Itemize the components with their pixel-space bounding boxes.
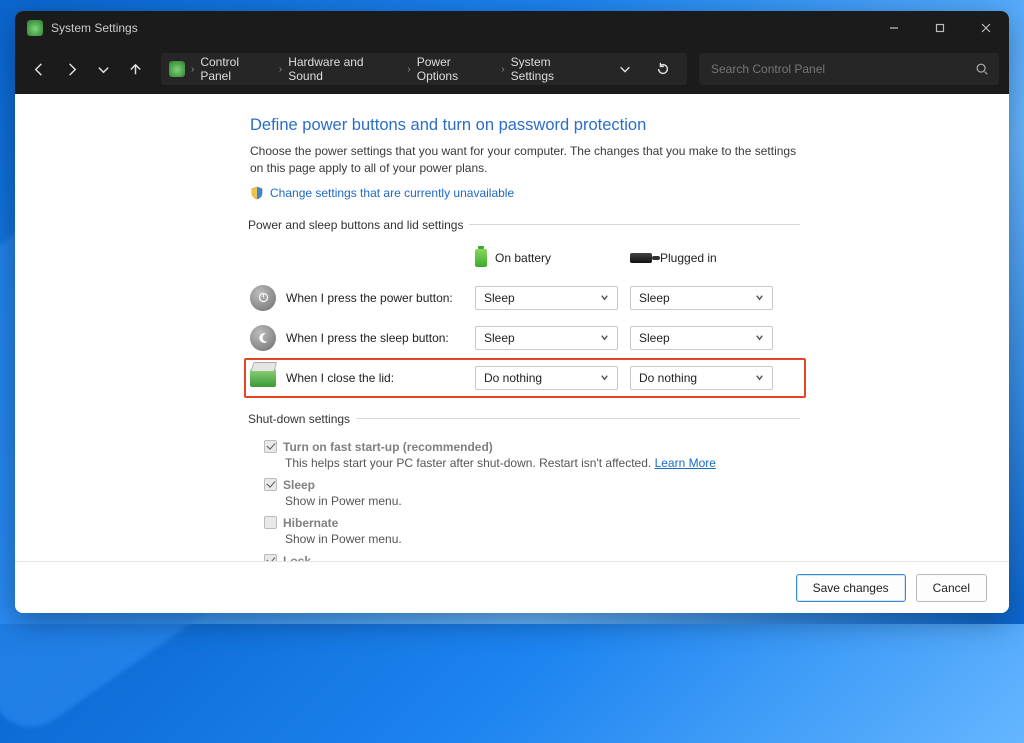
lid-icon: [250, 369, 276, 387]
cancel-button[interactable]: Cancel: [916, 574, 987, 602]
checkbox: [264, 478, 277, 491]
page-description: Choose the power settings that you want …: [250, 143, 800, 178]
row-label: When I close the lid:: [286, 371, 394, 385]
sleep-icon: [250, 325, 276, 351]
checkbox: [264, 440, 277, 453]
breadcrumb-item[interactable]: Power Options: [417, 55, 496, 83]
breadcrumb-icon: [169, 61, 185, 77]
chevron-down-icon: [755, 293, 764, 302]
sleep-button-row: When I press the sleep button: Sleep Sle…: [250, 318, 800, 358]
col-battery-label: On battery: [495, 251, 551, 265]
power-battery-select[interactable]: Sleep: [475, 286, 618, 310]
lid-plugged-select[interactable]: Do nothing: [630, 366, 773, 390]
lid-close-row: When I close the lid: Do nothing Do noth…: [244, 358, 806, 398]
breadcrumb-history-button[interactable]: [609, 53, 641, 85]
chevron-right-icon: ›: [407, 64, 410, 75]
search-icon: [975, 62, 989, 76]
nav-toolbar: › Control Panel › Hardware and Sound › P…: [15, 44, 1009, 94]
search-box[interactable]: [699, 53, 999, 85]
power-button-row: When I press the power button: Sleep Sle…: [250, 278, 800, 318]
recent-dropdown[interactable]: [89, 55, 117, 83]
checkbox: [264, 516, 277, 529]
chevron-down-icon: [600, 373, 609, 382]
save-button[interactable]: Save changes: [796, 574, 906, 602]
window-title: System Settings: [51, 21, 138, 35]
breadcrumb[interactable]: › Control Panel › Hardware and Sound › P…: [161, 53, 687, 85]
back-button[interactable]: [25, 55, 53, 83]
fast-startup-option: Turn on fast start-up (recommended): [264, 440, 800, 454]
control-panel-window: System Settings › Control Panel › Hardwa…: [15, 11, 1009, 613]
hibernate-option: Hibernate: [264, 516, 800, 530]
breadcrumb-item[interactable]: Hardware and Sound: [288, 55, 401, 83]
up-button[interactable]: [121, 55, 149, 83]
close-button[interactable]: [963, 11, 1009, 44]
chevron-down-icon: [600, 293, 609, 302]
chevron-right-icon: ›: [191, 64, 194, 75]
chevron-down-icon: [600, 333, 609, 342]
battery-icon: [475, 249, 487, 267]
col-plugged-label: Plugged in: [660, 251, 717, 265]
page-title: Define power buttons and turn on passwor…: [250, 116, 800, 135]
plug-icon: [630, 253, 652, 263]
power-icon: [250, 285, 276, 311]
checkbox: [264, 554, 277, 561]
row-label: When I press the sleep button:: [286, 331, 449, 345]
forward-button[interactable]: [57, 55, 85, 83]
chevron-right-icon: ›: [279, 64, 282, 75]
power-buttons-group: Power and sleep buttons and lid settings…: [250, 218, 800, 398]
lock-option: Lock: [264, 554, 800, 561]
maximize-button[interactable]: [917, 11, 963, 44]
learn-more-link[interactable]: Learn More: [655, 456, 716, 470]
chevron-right-icon: ›: [501, 64, 504, 75]
footer: Save changes Cancel: [15, 561, 1009, 613]
breadcrumb-item[interactable]: System Settings: [511, 55, 598, 83]
chevron-down-icon: [755, 333, 764, 342]
sleep-plugged-select[interactable]: Sleep: [630, 326, 773, 350]
sleep-option: Sleep: [264, 478, 800, 492]
group-legend: Power and sleep buttons and lid settings: [248, 218, 469, 232]
refresh-button[interactable]: [647, 53, 679, 85]
chevron-down-icon: [755, 373, 764, 382]
minimize-button[interactable]: [871, 11, 917, 44]
lid-battery-select[interactable]: Do nothing: [475, 366, 618, 390]
change-settings-link[interactable]: Change settings that are currently unava…: [270, 186, 514, 200]
breadcrumb-item[interactable]: Control Panel: [200, 55, 273, 83]
row-label: When I press the power button:: [286, 291, 453, 305]
app-icon: [27, 20, 43, 36]
shutdown-settings-group: Shut-down settings Turn on fast start-up…: [250, 412, 800, 561]
group-legend: Shut-down settings: [248, 412, 356, 426]
titlebar: System Settings: [15, 11, 1009, 44]
content-area: Define power buttons and turn on passwor…: [15, 94, 1009, 561]
power-plugged-select[interactable]: Sleep: [630, 286, 773, 310]
search-input[interactable]: [709, 61, 975, 77]
sleep-battery-select[interactable]: Sleep: [475, 326, 618, 350]
shield-icon: [250, 186, 264, 200]
